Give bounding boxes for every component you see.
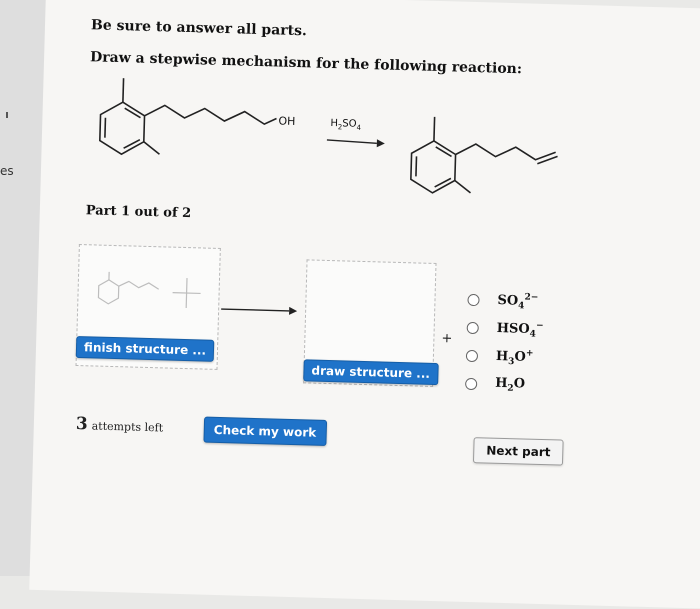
option-label: H3O+: [496, 347, 534, 367]
attempts-text: attempts left: [92, 419, 164, 434]
option-label: H2O: [495, 376, 525, 394]
reactant-hydroxyl-label: OH: [278, 115, 295, 128]
radio-button[interactable]: [465, 378, 477, 390]
radio-button[interactable]: [466, 350, 478, 362]
question-page: Be sure to answer all parts. Draw a step…: [29, 0, 700, 609]
option-label: SO42−: [497, 291, 538, 311]
reaction-arrow: [327, 140, 377, 143]
check-my-work-button[interactable]: Check my work: [203, 417, 326, 446]
option-water[interactable]: H2O: [465, 374, 525, 396]
part-indicator: Part 1 out of 2: [86, 203, 192, 221]
reactant-structure: [99, 78, 277, 159]
attempts-count: 3: [76, 414, 88, 434]
reaction-scheme: OH H2SO4: [70, 67, 573, 211]
attempts-remaining: 3 attempts left: [76, 414, 164, 436]
draw-structure-button[interactable]: draw structure ...: [303, 359, 438, 385]
next-part-button[interactable]: Next part: [473, 437, 564, 466]
side-tab-label[interactable]: es: [0, 164, 14, 178]
finish-structure-button[interactable]: finish structure ...: [76, 336, 215, 362]
reaction-arrowhead: [377, 139, 385, 147]
mini-structure: [78, 245, 220, 329]
plus-sign: +: [441, 331, 452, 346]
option-sulfate[interactable]: SO42−: [467, 290, 538, 312]
reagent-label: H2SO4: [330, 118, 362, 132]
mechanism-arrow: [219, 303, 299, 317]
side-marker: [6, 112, 8, 118]
option-bisulfate[interactable]: HSO4−: [466, 318, 543, 340]
radio-button[interactable]: [467, 322, 479, 334]
product-structure: [410, 116, 558, 196]
radio-button[interactable]: [467, 294, 479, 306]
option-hydronium[interactable]: H3O+: [466, 346, 534, 368]
instruction-title: Be sure to answer all parts.: [91, 17, 307, 39]
option-label: HSO4−: [496, 319, 543, 339]
